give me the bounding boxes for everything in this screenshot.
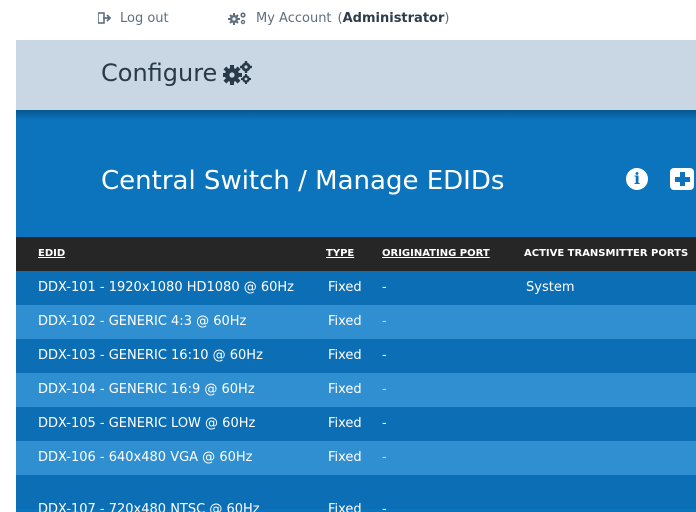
gears-icon [223,61,253,85]
origin-cell: - [382,314,387,329]
type-cell: Fixed [328,416,362,431]
type-cell: Fixed [328,314,362,329]
type-cell: Fixed [328,280,362,295]
origin-cell: - [382,502,387,512]
page-title: Central Switch / Manage EDIDs [101,166,505,196]
edid-table-body: DDX-101 - 1920x1080 HD1080 @ 60Hz Fixed … [16,271,696,512]
type-cell: Fixed [328,348,362,363]
gears-icon [228,12,246,25]
my-account-link[interactable]: My Account (Administrator) [228,8,449,28]
edid-cell: DDX-104 - GENERIC 16:9 @ 60Hz [38,382,255,397]
table-row[interactable]: DDX-102 - GENERIC 4:3 @ 60Hz Fixed - [16,305,696,339]
table-row[interactable]: DDX-103 - GENERIC 16:10 @ 60Hz Fixed - [16,339,696,373]
account-role: Administrator [342,10,445,26]
top-bar: Log out My Account (Administrator) [0,0,696,40]
edid-cell: DDX-103 - GENERIC 16:10 @ 60Hz [38,348,263,363]
edid-cell: DDX-107 - 720x480 NTSC @ 60Hz [38,502,260,512]
column-header-originating-port[interactable]: ORIGINATING PORT [382,248,490,259]
table-row[interactable]: DDX-105 - GENERIC LOW @ 60Hz Fixed - [16,407,696,441]
logout-link[interactable]: Log out [98,8,169,28]
column-header-type[interactable]: TYPE [326,248,354,259]
origin-cell: - [382,280,387,295]
logout-icon [98,12,112,24]
logout-label: Log out [120,10,169,26]
configure-title-wrap: Configure [101,59,253,87]
account-role-close: ) [444,10,450,26]
table-row[interactable]: DDX-107 - 720x480 NTSC @ 60Hz Fixed - [16,475,696,512]
edid-cell: DDX-102 - GENERIC 4:3 @ 60Hz [38,314,247,329]
table-row[interactable]: DDX-104 - GENERIC 16:9 @ 60Hz Fixed - [16,373,696,407]
edid-cell: DDX-105 - GENERIC LOW @ 60Hz [38,416,256,431]
origin-cell: - [382,348,387,363]
my-account-label: My Account [256,10,332,26]
type-cell: Fixed [328,382,362,397]
type-cell: Fixed [328,502,362,512]
configure-header: Configure [16,40,696,110]
configure-title: Configure [101,59,218,87]
edid-cell: DDX-106 - 640x480 VGA @ 60Hz [38,450,253,465]
info-icon[interactable]: i [626,168,648,190]
table-header: EDID TYPE ORIGINATING PORT ACTIVE TRANSM… [16,237,696,271]
origin-cell: - [382,450,387,465]
table-row[interactable]: DDX-101 - 1920x1080 HD1080 @ 60Hz Fixed … [16,271,696,305]
active-ports-cell: System [526,280,575,295]
panel-shadow [16,110,696,120]
origin-cell: - [382,416,387,431]
type-cell: Fixed [328,450,362,465]
column-header-edid[interactable]: EDID [38,248,65,259]
table-row[interactable]: DDX-106 - 640x480 VGA @ 60Hz Fixed - [16,441,696,475]
add-icon[interactable] [670,168,694,190]
edid-cell: DDX-101 - 1920x1080 HD1080 @ 60Hz [38,280,295,295]
origin-cell: - [382,382,387,397]
column-header-active-transmitter-ports: ACTIVE TRANSMITTER PORTS [524,248,689,259]
